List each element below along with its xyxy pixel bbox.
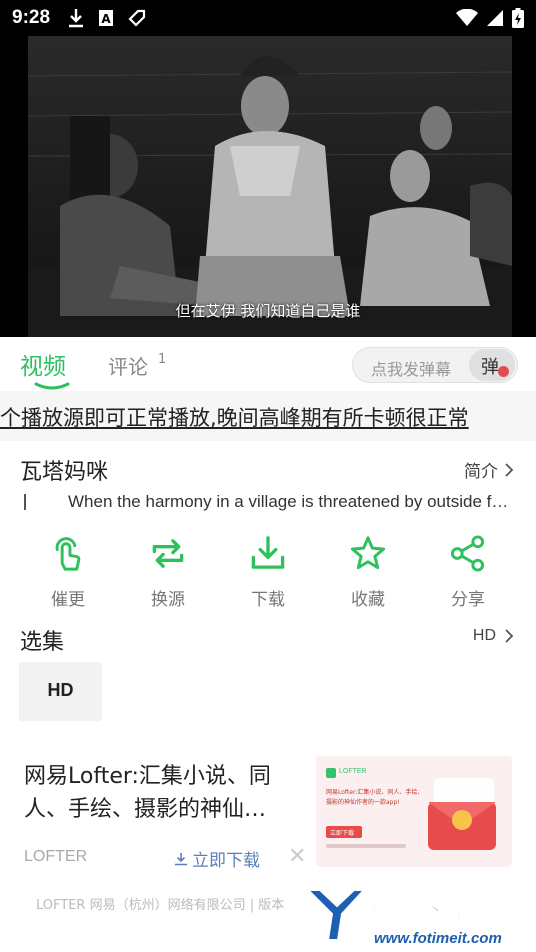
quality-selector[interactable]: HD	[473, 627, 514, 645]
episode-label: HD	[47, 680, 74, 700]
description-marker	[24, 494, 26, 510]
danmu-input[interactable]: 点我发弹幕 弹	[352, 347, 518, 383]
tag-icon	[128, 9, 146, 27]
hand-touch-icon	[55, 537, 81, 571]
danmu-toggle-button[interactable]: 弹	[469, 349, 515, 381]
site-watermark: 清源下载站 www.fotimeit.com	[300, 882, 536, 952]
ad-download-button[interactable]: 立即下载	[174, 846, 260, 871]
download-button[interactable]: 下载	[218, 530, 318, 610]
battery-charging-icon	[512, 8, 524, 28]
action-bar: 催更 换源 下载 收藏 分享	[18, 530, 518, 610]
close-icon[interactable]: ✕	[288, 844, 306, 869]
download-icon	[251, 536, 285, 569]
ad-image: LOFTER 网易Lofter:汇集小说、同人、手绘、摄影的神仙作者的一款app…	[316, 756, 512, 867]
tab-active-indicator	[34, 382, 70, 390]
chevron-right-icon	[505, 629, 514, 643]
wifi-icon	[456, 9, 478, 26]
tab-comments[interactable]: 评论	[108, 351, 148, 380]
share-button[interactable]: 分享	[418, 530, 518, 610]
ad-image-button: 立即下载	[330, 830, 355, 837]
action-label: 收藏	[351, 590, 385, 610]
switch-source-button[interactable]: 换源	[118, 530, 218, 610]
video-subtitle: 但在艾伊 我们知道自己是谁	[175, 302, 361, 320]
ad-image-headline: 网易Lofter:汇集小说、同人、手绘、摄影的神仙作者的一款app!	[326, 789, 424, 806]
repeat-icon	[152, 539, 184, 568]
chevron-right-icon	[505, 462, 514, 477]
watermark-url: www.fotimeit.com	[374, 930, 502, 947]
status-bar: 9:28 A	[0, 0, 536, 36]
ad-brand: LOFTER	[24, 848, 88, 865]
action-label: 催更	[51, 590, 85, 610]
danmu-placeholder: 点我发弹幕	[371, 360, 452, 379]
ad-cta-label: 立即下载	[192, 851, 260, 871]
intro-label: 简介	[464, 462, 498, 482]
ad-title: 网易Lofter:汇集小说、同人、手绘、摄影的神仙…	[24, 764, 271, 822]
notice-text: 个播放源即可正常播放,晚间高峰期有所卡顿很正常	[0, 406, 469, 430]
status-system-icons	[456, 8, 524, 28]
danmu-status-dot	[498, 366, 509, 377]
detail-tabs: 视频 评论 1 点我发弹幕 弹	[0, 337, 536, 391]
signal-icon	[487, 10, 503, 26]
video-description: When the harmony in a village is threate…	[68, 492, 516, 511]
episodes-title: 选集	[20, 630, 65, 655]
quality-label: HD	[472, 627, 496, 644]
star-icon	[350, 536, 386, 570]
svg-text:A: A	[101, 12, 111, 26]
action-label: 换源	[151, 590, 185, 610]
watermark-title: 清源下载站	[368, 896, 489, 925]
urge-update-button[interactable]: 催更	[18, 530, 118, 610]
share-icon	[450, 535, 485, 572]
episode-item[interactable]: HD	[19, 662, 102, 721]
status-notification-icons: A	[68, 8, 146, 28]
download-icon	[175, 852, 187, 865]
action-label: 下载	[251, 590, 285, 610]
danmu-toggle-label: 弹	[481, 357, 499, 378]
video-title: 瓦塔妈咪	[20, 460, 109, 485]
download-icon	[69, 9, 83, 28]
app-a-icon: A	[99, 10, 113, 26]
intro-link[interactable]: 简介	[464, 457, 514, 482]
favorite-button[interactable]: 收藏	[318, 530, 418, 610]
action-label: 分享	[451, 590, 485, 610]
watermark-logo	[305, 889, 367, 941]
video-frame	[0, 36, 536, 337]
tab-video[interactable]: 视频	[20, 347, 66, 381]
comments-count-badge: 1	[158, 352, 167, 367]
ad-footer: LOFTER 网易（杭州）网络有限公司 | 版本	[36, 898, 285, 913]
video-player[interactable]: 但在艾伊 我们知道自己是谁	[0, 36, 536, 337]
status-time: 9:28	[12, 7, 51, 28]
notice-marquee: 个播放源即可正常播放,晚间高峰期有所卡顿很正常	[0, 391, 536, 441]
ad-image-logo: LOFTER	[339, 768, 367, 775]
